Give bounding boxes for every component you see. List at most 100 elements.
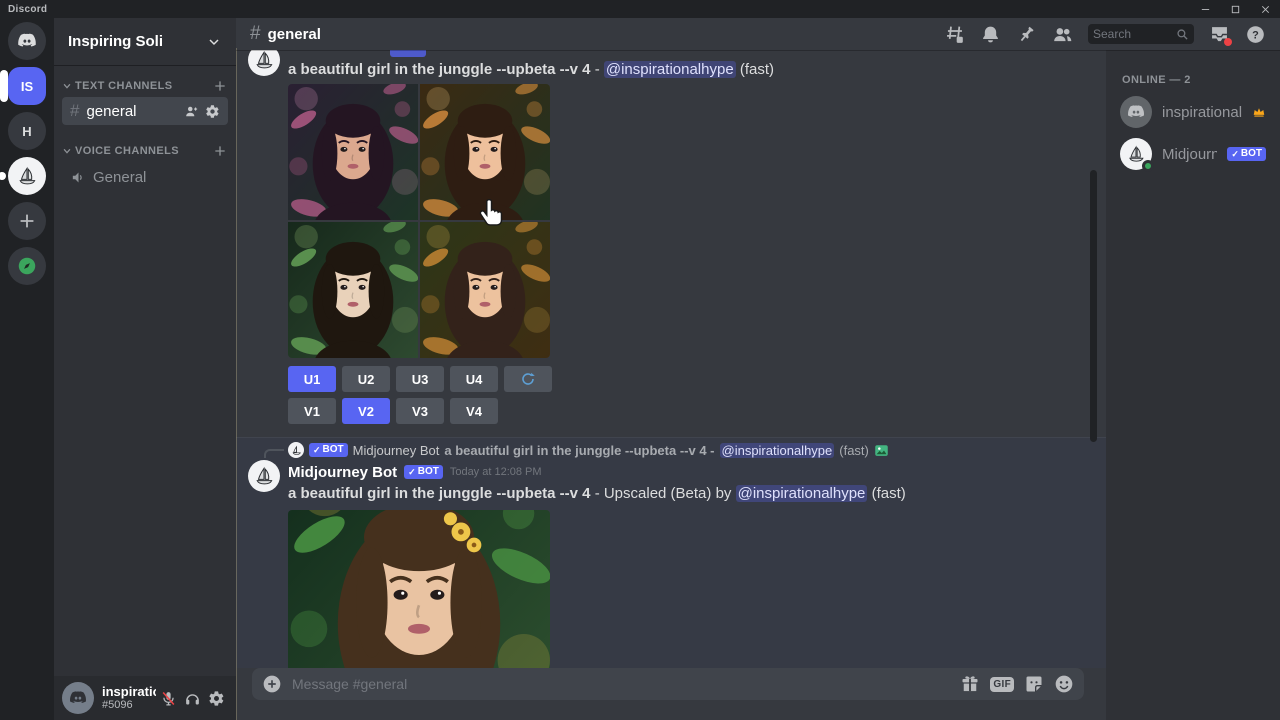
- bot-badge: ✓BOT: [309, 443, 348, 457]
- threads-button[interactable]: [944, 24, 965, 45]
- user-settings-button[interactable]: [204, 686, 228, 710]
- emoji-smile-icon: [1054, 674, 1074, 694]
- member-avatar: [1120, 96, 1152, 128]
- mute-microphone-button[interactable]: [156, 686, 180, 710]
- close-icon: [1260, 4, 1271, 15]
- svg-text:?: ?: [1252, 29, 1259, 41]
- upscale-button-u3[interactable]: U3: [396, 366, 444, 392]
- message-input[interactable]: [292, 676, 960, 692]
- category-label: VOICE CHANNELS: [75, 145, 179, 157]
- help-button[interactable]: ?: [1245, 24, 1266, 45]
- upscale-button-u2[interactable]: U2: [342, 366, 390, 392]
- username: inspiration...: [102, 685, 156, 699]
- deafen-button[interactable]: [180, 686, 204, 710]
- mention-pill[interactable]: @inspirationalhype: [736, 485, 868, 502]
- reply-author-name[interactable]: Midjourney Bot: [353, 443, 440, 458]
- online-status-dot: [1142, 160, 1154, 172]
- message-composer: GIF: [252, 668, 1084, 700]
- variation-button-v1[interactable]: V1: [288, 398, 336, 424]
- midjourney-bot-avatar[interactable]: [248, 50, 280, 76]
- bot-badge: ✓BOT: [1227, 147, 1266, 161]
- plus-icon: [16, 210, 38, 232]
- message-grid-post: a beautiful girl in the junggle --upbeta…: [236, 50, 1106, 424]
- grid-image-3[interactable]: [288, 222, 418, 358]
- upscaled-image[interactable]: [288, 510, 550, 668]
- maximize-button[interactable]: [1220, 0, 1250, 18]
- bell-icon: [980, 24, 1001, 45]
- member-list-toggle-button[interactable]: [1052, 24, 1073, 45]
- app-title: Discord: [8, 4, 47, 15]
- sticker-picker-button[interactable]: [1024, 674, 1044, 694]
- search-input[interactable]: [1093, 27, 1176, 41]
- channel-item-general[interactable]: # general: [62, 97, 228, 125]
- member-row-inspirationalhype[interactable]: inspirationalhype: [1114, 92, 1272, 132]
- grid-image-1[interactable]: [288, 84, 418, 220]
- home-button[interactable]: [8, 22, 46, 60]
- search-icon: [1176, 28, 1189, 41]
- prompt-bold: a beautiful girl in the junggle --upbeta…: [288, 485, 591, 502]
- plus-circle-icon: [262, 674, 282, 694]
- channel-sidebar: Inspiring Soli TEXT CHANNELS # general V…: [54, 18, 236, 720]
- emoji-picker-button[interactable]: [1054, 674, 1074, 694]
- verified-check-icon: ✓: [313, 445, 321, 456]
- channel-name: general: [86, 103, 136, 120]
- server-item-inspiring-soli[interactable]: IS: [8, 67, 46, 105]
- reply-spine: [264, 449, 284, 458]
- reroll-button[interactable]: [504, 366, 552, 392]
- inbox-button[interactable]: [1209, 24, 1230, 45]
- server-header[interactable]: Inspiring Soli: [54, 18, 236, 66]
- discord-logo-icon: [1126, 102, 1146, 122]
- voice-channel-general[interactable]: General: [62, 163, 228, 191]
- server-item-midjourney[interactable]: [8, 157, 46, 195]
- user-panel: inspiration... #5096: [54, 676, 236, 720]
- user-discriminator: #5096: [102, 699, 156, 711]
- variation-button-v3[interactable]: V3: [396, 398, 444, 424]
- speed-mode: (fast): [839, 443, 869, 458]
- minimize-button[interactable]: [1190, 0, 1220, 18]
- midjourney-image-grid[interactable]: [288, 84, 550, 358]
- server-item-h[interactable]: H: [8, 112, 46, 150]
- attach-file-button[interactable]: [262, 674, 282, 694]
- prompt-text: a beautiful girl in the junggle --upbeta…: [288, 484, 1106, 504]
- online-count-label: ONLINE — 2: [1114, 50, 1272, 92]
- user-info[interactable]: inspiration... #5096: [102, 685, 156, 711]
- reply-context[interactable]: ✓BOT Midjourney Bot a beautiful girl in …: [288, 441, 1106, 459]
- gif-picker-button[interactable]: GIF: [990, 677, 1014, 692]
- verified-check-icon: ✓: [408, 467, 416, 478]
- speaker-icon: [70, 169, 87, 186]
- category-text-channels[interactable]: TEXT CHANNELS: [62, 78, 228, 94]
- gift-icon: [960, 674, 980, 694]
- separator: -: [595, 61, 600, 78]
- category-voice-channels[interactable]: VOICE CHANNELS: [62, 143, 228, 159]
- upscale-button-u4[interactable]: U4: [450, 366, 498, 392]
- explore-servers-button[interactable]: [8, 247, 46, 285]
- sailboat-icon: [253, 50, 275, 71]
- upscale-button-u1[interactable]: U1: [288, 366, 336, 392]
- sailboat-icon: [291, 445, 302, 456]
- mention-pill[interactable]: @inspirationalhype: [604, 61, 736, 78]
- microphone-muted-icon: [160, 690, 177, 707]
- chat-scrollbar[interactable]: [1090, 170, 1097, 442]
- author-name[interactable]: Midjourney Bot: [288, 464, 397, 481]
- grid-image-4[interactable]: [420, 222, 550, 358]
- member-row-midjourney-bot[interactable]: Midjourney Bot ✓BOT: [1114, 134, 1272, 174]
- search-bar[interactable]: [1088, 24, 1194, 44]
- grid-image-2[interactable]: [420, 84, 550, 220]
- server-initials: IS: [21, 79, 33, 94]
- gift-button[interactable]: [960, 674, 980, 694]
- window-controls: [1190, 0, 1280, 18]
- chevron-down-icon: [62, 146, 72, 156]
- member-name: inspirationalhype: [1162, 104, 1242, 121]
- pinned-messages-button[interactable]: [1016, 24, 1037, 45]
- reply-preview-text: a beautiful girl in the junggle --upbeta…: [444, 443, 714, 458]
- midjourney-bot-avatar[interactable]: [248, 460, 280, 492]
- add-server-button[interactable]: [8, 202, 46, 240]
- variation-button-v2[interactable]: V2: [342, 398, 390, 424]
- user-avatar[interactable]: [62, 682, 94, 714]
- notifications-button[interactable]: [980, 24, 1001, 45]
- discord-logo-icon: [16, 30, 38, 52]
- close-button[interactable]: [1250, 0, 1280, 18]
- author-row: Midjourney Bot ✓BOT Today at 12:08 PM: [288, 462, 1106, 482]
- mention-pill[interactable]: @inspirationalhype: [720, 443, 835, 458]
- variation-button-v4[interactable]: V4: [450, 398, 498, 424]
